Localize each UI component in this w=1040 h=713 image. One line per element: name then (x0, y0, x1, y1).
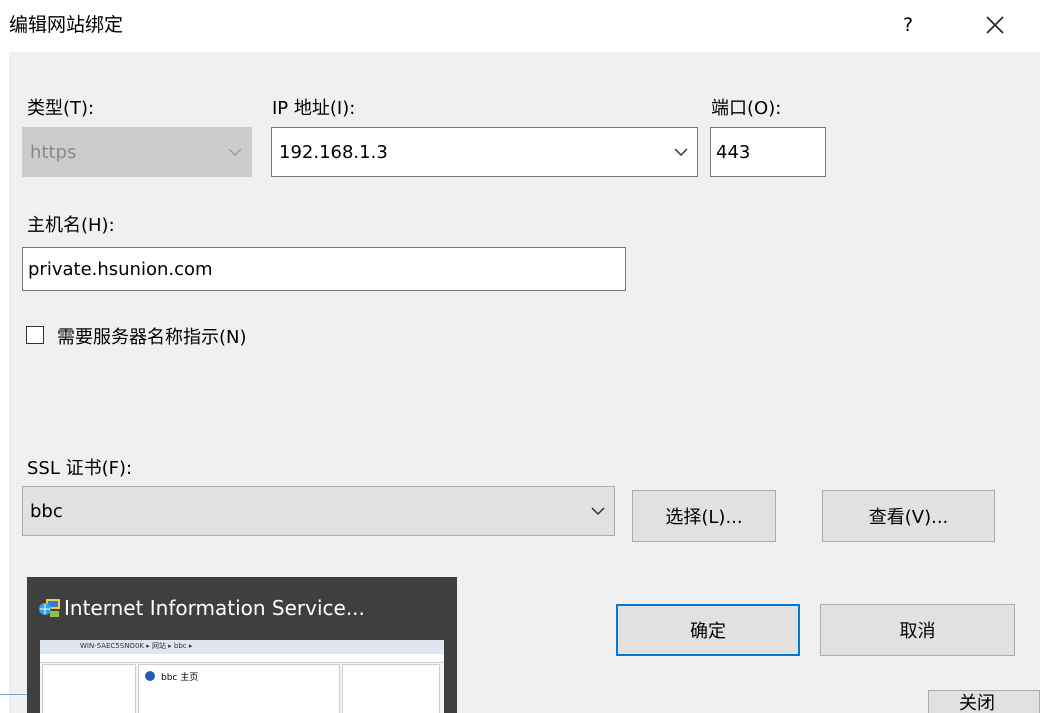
chevron-down-icon[interactable] (582, 506, 614, 516)
type-value: https (30, 141, 77, 163)
preview-connections-panel (42, 664, 136, 713)
type-label: 类型(T): (27, 98, 95, 119)
dialog-title: 编辑网站绑定 (9, 14, 124, 36)
close-dialog-button-partial[interactable]: 关闭 (928, 690, 1040, 713)
preview-menu-bar (40, 654, 444, 663)
ip-label: IP 地址(I): (272, 98, 356, 119)
preview-actions-panel (342, 664, 440, 713)
title-bar (0, 0, 1040, 52)
ip-value: 192.168.1.3 (279, 141, 388, 163)
select-cert-button[interactable]: 选择(L)... (632, 490, 776, 542)
ssl-cert-value: bbc (30, 500, 63, 522)
close-icon (986, 16, 1004, 34)
iis-icon (38, 595, 62, 619)
preview-page-title: bbc 主页 (161, 673, 199, 683)
ssl-cert-label: SSL 证书(F): (27, 458, 133, 479)
preview-center-panel: bbc 主页 (138, 664, 340, 713)
ip-address-select[interactable]: 192.168.1.3 (271, 127, 698, 177)
close-button[interactable] (970, 5, 1020, 45)
ssl-cert-select[interactable]: bbc (22, 486, 615, 536)
type-select: https (22, 127, 252, 177)
port-input[interactable]: 443 (710, 127, 826, 177)
chevron-down-icon[interactable] (665, 147, 697, 157)
view-cert-button[interactable]: 查看(V)... (822, 490, 995, 542)
help-button[interactable]: ? (888, 5, 928, 45)
cancel-button[interactable]: 取消 (820, 604, 1015, 656)
chevron-down-icon (219, 147, 251, 157)
sni-checkbox[interactable] (26, 326, 44, 344)
iis-thumbnail-title: Internet Information Service... (64, 596, 365, 620)
iis-window-preview: WIN-5AEC5SNO0K ▸ 网站 ▸ bbc ▸ bbc 主页 (40, 640, 444, 713)
sni-label[interactable]: 需要服务器名称指示(N) (57, 323, 247, 349)
preview-address-bar: WIN-5AEC5SNO0K ▸ 网站 ▸ bbc ▸ (40, 640, 444, 654)
port-label: 端口(O): (711, 98, 782, 119)
preview-address-text: WIN-5AEC5SNO0K ▸ 网站 ▸ bbc ▸ (80, 642, 193, 650)
ok-button[interactable]: 确定 (616, 604, 800, 656)
globe-icon (145, 671, 155, 681)
hostname-label: 主机名(H): (27, 215, 115, 236)
hostname-input[interactable]: private.hsunion.com (22, 247, 626, 291)
